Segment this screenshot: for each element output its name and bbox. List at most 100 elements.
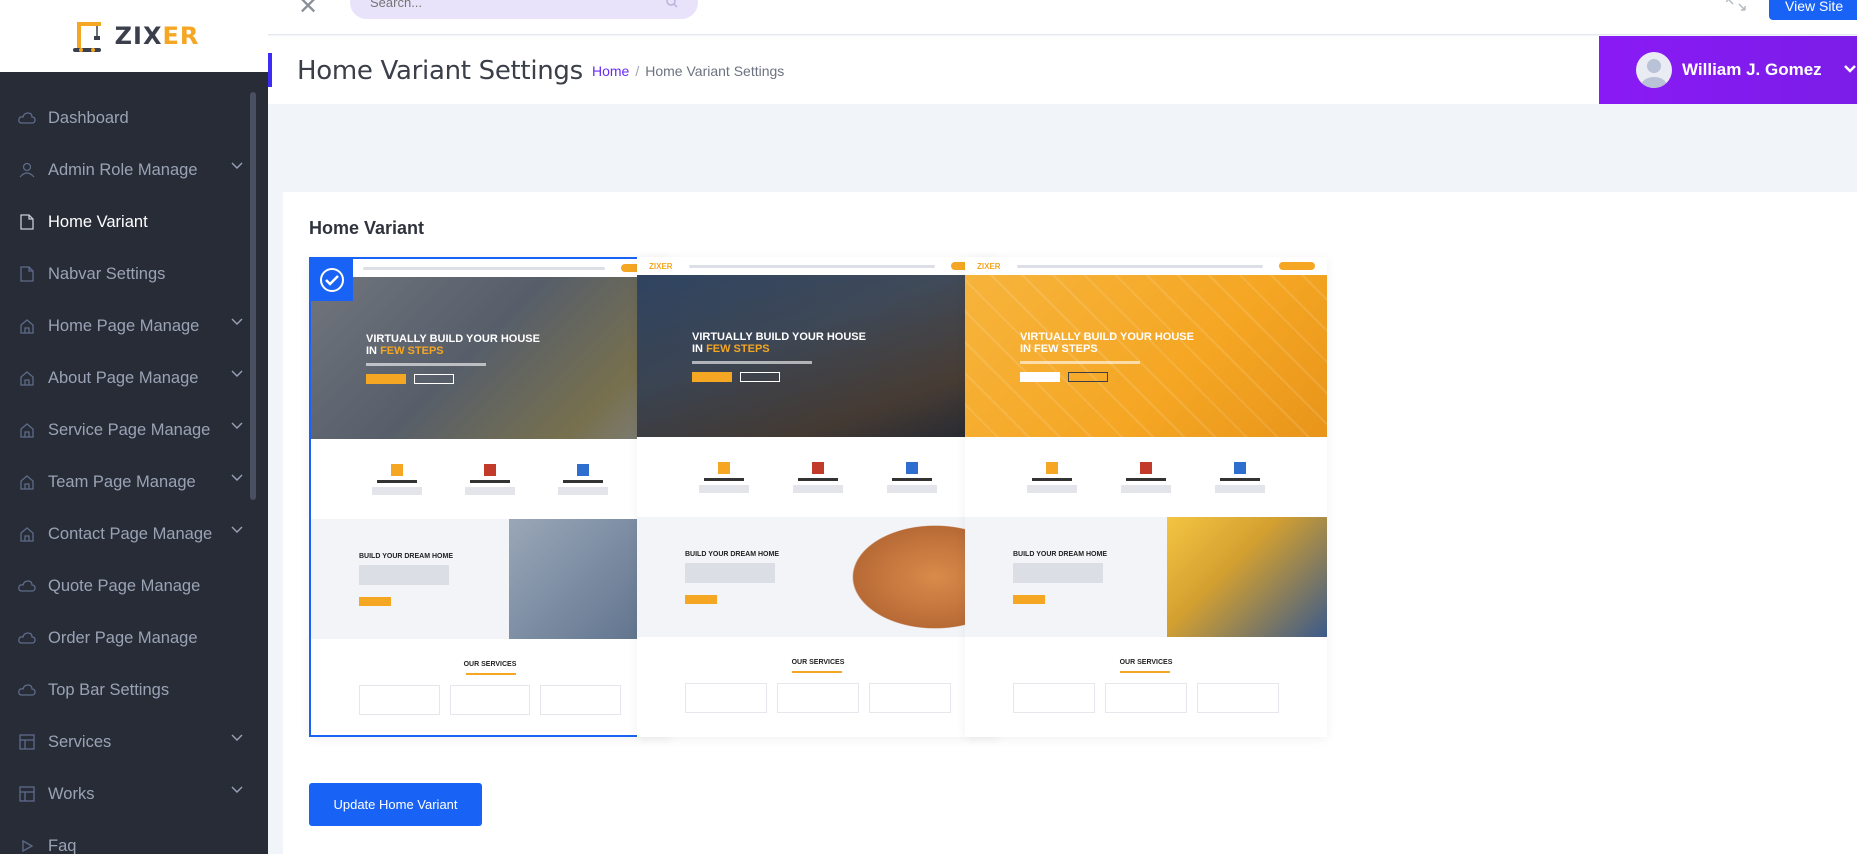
thumb-nav-links (362, 266, 605, 270)
thumb-nav-links (688, 264, 935, 268)
chevron-down-icon (231, 370, 243, 377)
sidebar-item-faq[interactable]: Faq (0, 820, 268, 854)
card-title: Home Variant (309, 218, 425, 238)
sidebar-item-label: Faq (48, 836, 77, 854)
sidebar-item-admin-role-manage[interactable]: Admin Role Manage (0, 144, 268, 196)
home-icon (18, 369, 36, 387)
home-icon (18, 473, 36, 491)
breadcrumb-separator: / (635, 63, 640, 79)
chevron-down-icon (231, 526, 243, 533)
selected-check-icon (311, 259, 353, 301)
chevron-down-icon (1844, 65, 1856, 73)
view-site-button[interactable]: View Site (1769, 0, 1857, 20)
file-icon (18, 265, 36, 283)
thumb-hero-title: VIRTUALLY BUILD YOUR HOUSE IN FEW STEPS (1020, 330, 1194, 355)
thumb-about-title: BUILD YOUR DREAM HOME (359, 553, 453, 560)
breadcrumb-current: Home Variant Settings (645, 63, 785, 79)
sidebar-item-team-page-manage[interactable]: Team Page Manage (0, 456, 268, 508)
cloud-icon (18, 681, 36, 699)
thumb-hero-text (692, 360, 812, 364)
search-input[interactable] (350, 0, 650, 19)
thumb-services-title: OUR SERVICES (791, 659, 845, 666)
sidebar-item-home-page-manage[interactable]: Home Page Manage (0, 300, 268, 352)
sidebar-item-quote-page-manage[interactable]: Quote Page Manage (0, 560, 268, 612)
layout-icon (18, 733, 36, 751)
thumb-hero-text (1020, 360, 1140, 364)
search-box (350, 0, 698, 19)
thumb-nav-links (1016, 264, 1263, 268)
thumb-navbar: ZIXER (637, 257, 999, 275)
sidebar-item-top-bar-settings[interactable]: Top Bar Settings (0, 664, 268, 716)
thumb-logo: ZIXER (977, 261, 1001, 271)
sidebar-item-home-variant[interactable]: Home Variant (0, 196, 268, 248)
logo-text: ZIXER (114, 22, 200, 50)
thumb-hero: VIRTUALLY BUILD YOUR HOUSE IN FEW STEPS (965, 275, 1327, 437)
cloud-icon (18, 109, 36, 127)
variant-option-2[interactable]: ZIXER VIRTUALLY BUILD YOUR HOUSE IN FEW ST… (637, 257, 999, 737)
sidebar-item-contact-page-manage[interactable]: Contact Page Manage (0, 508, 268, 560)
thumb-hero-title: VIRTUALLY BUILD YOUR HOUSE IN FEW STEPS (366, 332, 540, 357)
cloud-icon (18, 629, 36, 647)
sidebar-item-nabvar-settings[interactable]: Nabvar Settings (0, 248, 268, 300)
sidebar-item-about-page-manage[interactable]: About Page Manage (0, 352, 268, 404)
thumb-services-title: OUR SERVICES (463, 661, 517, 668)
home-icon (18, 421, 36, 439)
update-home-variant-button[interactable]: Update Home Variant (309, 783, 482, 826)
variant-option-1[interactable]: ZIXER VIRTUALLY BUILD YOUR HOUSEIN FEW ST… (309, 257, 671, 737)
thumb-features (637, 437, 999, 517)
home-icon (18, 317, 36, 335)
thumb-services: OUR SERVICES (311, 639, 669, 719)
thumb-services-title: OUR SERVICES (1119, 659, 1173, 666)
header-accent (268, 53, 272, 87)
thumb-about-title: BUILD YOUR DREAM HOME (685, 551, 779, 558)
thumb-services: OUR SERVICES (637, 637, 999, 717)
thumb-hero-text (366, 362, 486, 366)
sidebar-item-order-page-manage[interactable]: Order Page Manage (0, 612, 268, 664)
search-icon[interactable] (666, 0, 678, 8)
thumb-about: BUILD YOUR DREAM HOME (311, 519, 669, 639)
cloud-icon (18, 577, 36, 595)
sidebar-item-label: Home Variant (48, 212, 148, 231)
user-name: William J. Gomez (1682, 60, 1822, 79)
sidebar-item-label: Admin Role Manage (48, 160, 198, 179)
sidebar-item-label: Order Page Manage (48, 628, 198, 647)
play-icon (18, 837, 36, 854)
thumb-hero-title: VIRTUALLY BUILD YOUR HOUSE IN FEW STEPS (692, 330, 866, 355)
thumb-services: OUR SERVICES (965, 637, 1327, 717)
chevron-down-icon (231, 474, 243, 481)
sidebar-scrollbar[interactable] (250, 92, 256, 500)
logo[interactable]: ZIXER (0, 0, 268, 72)
thumb-features (965, 437, 1327, 517)
crane-logo-icon (72, 22, 101, 52)
chevron-down-icon (231, 318, 243, 325)
sidebar-item-label: Top Bar Settings (48, 680, 170, 699)
thumb-navbar: ZIXER (311, 259, 669, 277)
variant-option-3[interactable]: ZIXER VIRTUALLY BUILD YOUR HOUSE IN FEW ST… (965, 257, 1327, 737)
user-menu[interactable]: William J. Gomez (1599, 36, 1857, 104)
thumb-about-title: BUILD YOUR DREAM HOME (1013, 551, 1107, 558)
user-icon (18, 161, 36, 179)
sidebar-item-label: Quote Page Manage (48, 576, 201, 595)
close-sidebar-icon[interactable]: ✕ (298, 0, 318, 21)
sidebar-item-dashboard[interactable]: Dashboard (0, 92, 268, 144)
sidebar-item-label: About Page Manage (48, 368, 199, 387)
sidebar-item-services[interactable]: Services (0, 716, 268, 768)
chevron-down-icon (231, 786, 243, 793)
home-variant-card: Home Variant ZIXER VIRTUALLY BUILD YOUR H… (283, 192, 1857, 854)
avatar (1636, 52, 1672, 88)
fullscreen-icon[interactable] (1725, 0, 1747, 12)
home-icon (18, 525, 36, 543)
thumb-hero-buttons (366, 373, 669, 384)
sidebar-item-service-page-manage[interactable]: Service Page Manage (0, 404, 268, 456)
chevron-down-icon (231, 422, 243, 429)
thumb-hero-buttons (692, 371, 999, 382)
sidebar-menu: Dashboard Admin Role Manage Home Variant Na… (0, 92, 268, 854)
thumb-hero: VIRTUALLY BUILD YOUR HOUSE IN FEW STEPS (311, 277, 669, 439)
page-title: Home Variant Settings (297, 56, 583, 86)
thumb-about: BUILD YOUR DREAM HOME (637, 517, 999, 637)
thumb-hero: VIRTUALLY BUILD YOUR HOUSE IN FEW STEPS (637, 275, 999, 437)
thumb-features (311, 439, 669, 519)
thumb-navbar: ZIXER (965, 257, 1327, 275)
sidebar-item-works[interactable]: Works (0, 768, 268, 820)
breadcrumb-home-link[interactable]: Home (592, 63, 629, 79)
